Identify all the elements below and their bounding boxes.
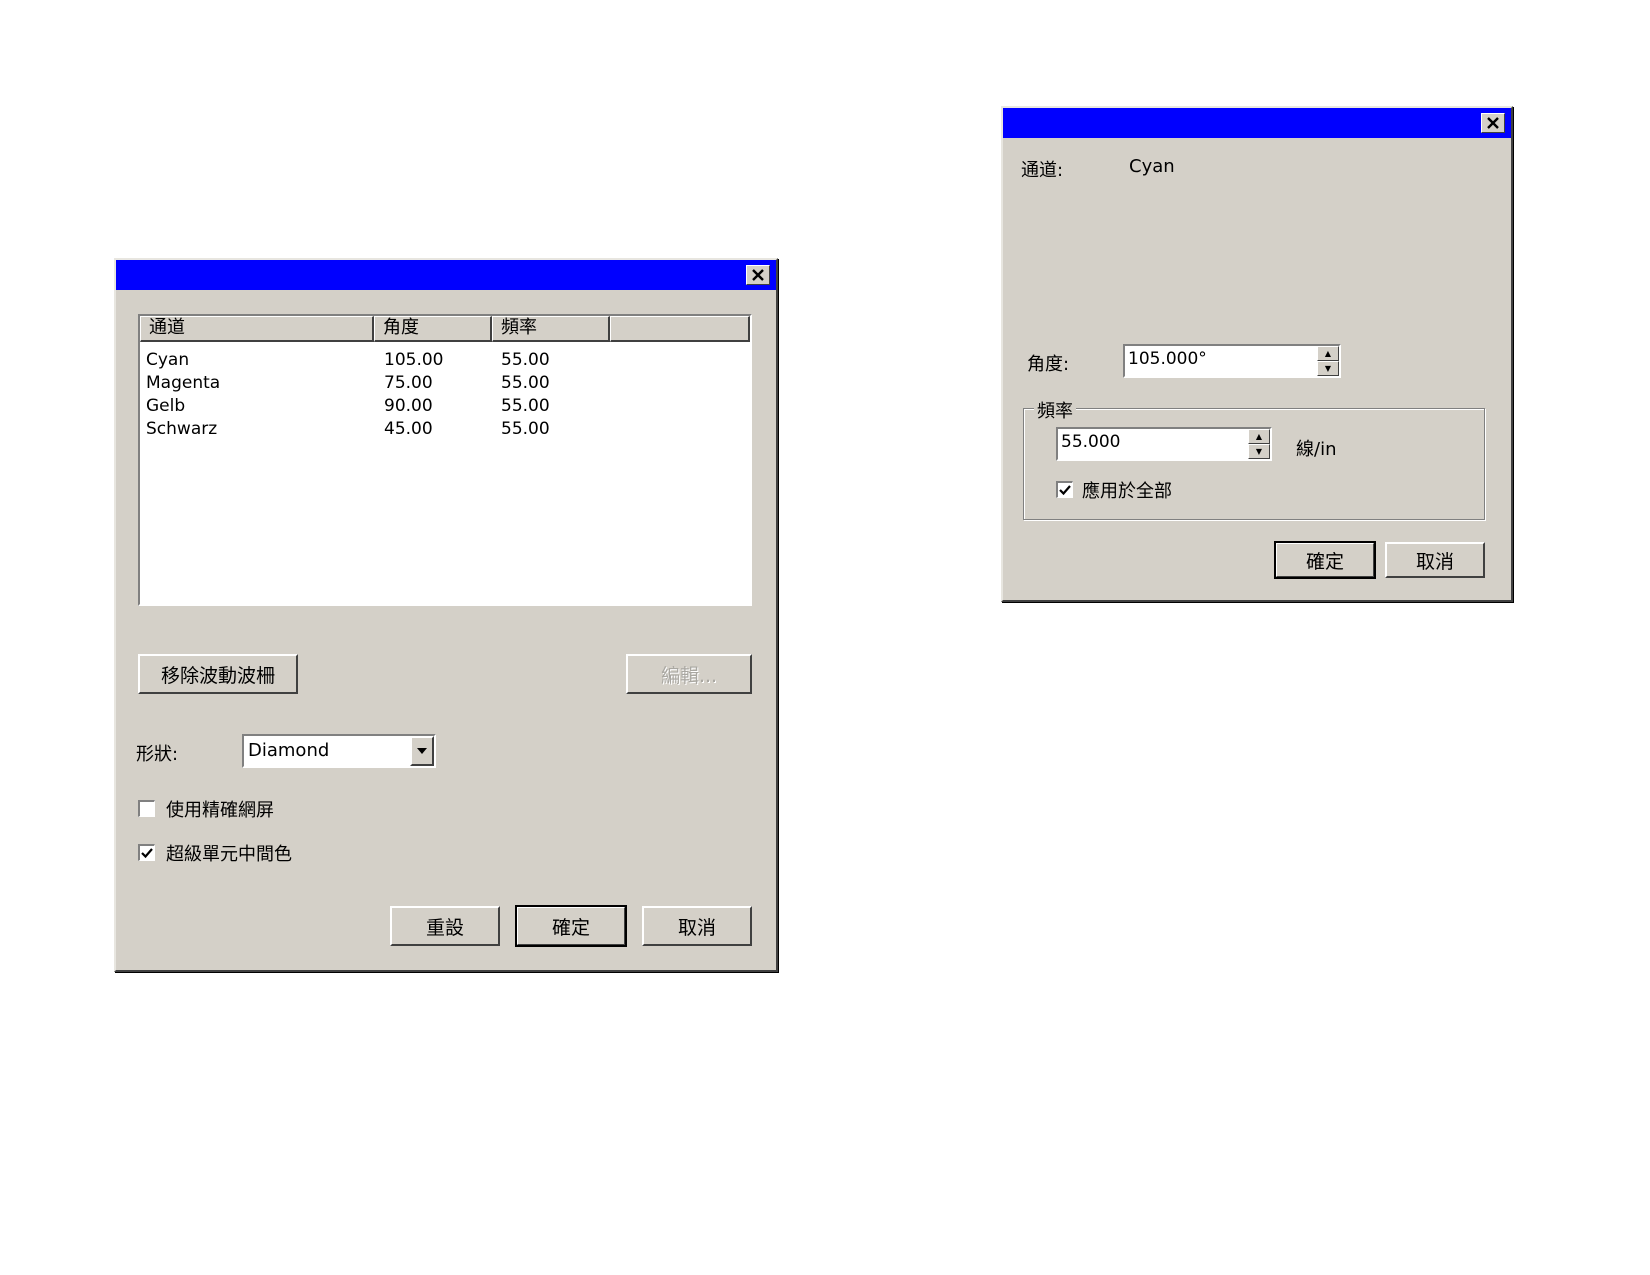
frequency-cell: 55.00 xyxy=(501,396,550,416)
apply-all-checkbox[interactable] xyxy=(1056,481,1073,498)
halftone-sample-fine-dots xyxy=(1162,988,1478,1038)
close-button[interactable] xyxy=(746,265,770,285)
halftone-sample-round-dots xyxy=(1162,864,1478,914)
halftone-sample-cross-hatch xyxy=(1162,802,1478,852)
list-header: 通道 角度 頻率 xyxy=(140,316,750,342)
angle-cell: 105.00 xyxy=(384,350,444,370)
channel-cell: Schwarz xyxy=(146,419,218,439)
frequency-group: 頻率 55.000 ▲ ▼ 線/in 應用於全部 xyxy=(1023,397,1485,520)
angle-cell: 75.00 xyxy=(384,373,433,393)
angle-label: 角度: xyxy=(1027,354,1070,375)
checkmark-icon xyxy=(141,848,153,859)
list-item[interactable]: Cyan 105.00 55.00 xyxy=(146,350,550,372)
screen-dialog: 通道 角度 頻率 Cyan 105.00 55.00 Magenta 75.00… xyxy=(114,258,778,972)
channel-label: 通道: xyxy=(1021,160,1064,181)
column-header-angle[interactable]: 角度 xyxy=(374,316,492,342)
shape-value: Diamond xyxy=(248,740,330,761)
channel-dialog: 通道: Cyan 角度: 105.000° ▲ ▼ 頻率 55.000 ▲ ▼ … xyxy=(1001,106,1513,602)
halftone-sample-diagonal-lines-fine xyxy=(1162,1112,1478,1162)
list-item[interactable]: Schwarz 45.00 55.00 xyxy=(146,419,550,441)
angle-value: 105.000° xyxy=(1128,349,1207,369)
cancel-button[interactable]: 取消 xyxy=(1385,542,1485,578)
edit-button[interactable]: 編輯... xyxy=(626,654,752,694)
close-icon xyxy=(1487,117,1499,129)
apply-all-label: 應用於全部 xyxy=(1082,481,1172,502)
shape-label: 形狀: xyxy=(136,744,179,765)
supercell-checkbox[interactable] xyxy=(138,844,155,861)
channel-value: Cyan xyxy=(1129,156,1175,177)
angle-input[interactable]: 105.000° ▲ ▼ xyxy=(1123,344,1341,378)
spin-down-icon[interactable]: ▼ xyxy=(1317,361,1339,376)
angle-cell: 45.00 xyxy=(384,419,433,439)
shape-dropdown[interactable]: Diamond xyxy=(242,734,436,768)
remove-moire-button[interactable]: 移除波動波柵 xyxy=(138,654,298,694)
column-header-frequency[interactable]: 頻率 xyxy=(492,316,610,342)
spin-up-icon[interactable]: ▲ xyxy=(1317,346,1339,361)
halftone-sample-ellipse-dots xyxy=(1162,1050,1478,1100)
spin-up-icon[interactable]: ▲ xyxy=(1248,429,1270,444)
close-button[interactable] xyxy=(1481,113,1505,133)
frequency-unit: 線/in xyxy=(1296,439,1337,460)
reset-button[interactable]: 重設 xyxy=(390,906,500,946)
chevron-down-icon xyxy=(417,748,427,754)
list-item[interactable]: Magenta 75.00 55.00 xyxy=(146,373,550,395)
frequency-stepper[interactable]: ▲ ▼ xyxy=(1248,429,1270,459)
channel-cell: Gelb xyxy=(146,396,186,416)
frequency-group-label: 頻率 xyxy=(1034,397,1076,423)
list-item[interactable]: Gelb 90.00 55.00 xyxy=(146,396,550,418)
column-header-channel[interactable]: 通道 xyxy=(140,316,374,342)
halftone-sample-diamond xyxy=(1162,740,1478,790)
channel-list[interactable]: 通道 角度 頻率 Cyan 105.00 55.00 Magenta 75.00… xyxy=(138,314,752,606)
close-icon xyxy=(752,269,764,281)
title-bar xyxy=(116,260,776,290)
use-precision-label: 使用精確網屏 xyxy=(166,800,274,821)
angle-cell: 90.00 xyxy=(384,396,433,416)
cancel-button[interactable]: 取消 xyxy=(642,906,752,946)
supercell-label: 超級單元中間色 xyxy=(166,844,292,865)
frequency-cell: 55.00 xyxy=(501,350,550,370)
column-header-empty xyxy=(610,316,750,342)
frequency-cell: 55.00 xyxy=(501,419,550,439)
frequency-value: 55.000 xyxy=(1061,432,1121,452)
frequency-cell: 55.00 xyxy=(501,373,550,393)
frequency-input[interactable]: 55.000 ▲ ▼ xyxy=(1056,427,1272,461)
use-precision-checkbox[interactable] xyxy=(138,800,155,817)
ok-button[interactable]: 確定 xyxy=(1274,541,1376,579)
dropdown-arrow-button[interactable] xyxy=(410,736,434,766)
ok-button[interactable]: 確定 xyxy=(515,905,627,947)
halftone-sample-diagonal-lines xyxy=(1162,926,1478,976)
checkmark-icon xyxy=(1059,485,1071,496)
channel-cell: Cyan xyxy=(146,350,190,370)
title-bar xyxy=(1003,108,1511,138)
channel-cell: Magenta xyxy=(146,373,221,393)
angle-stepper[interactable]: ▲ ▼ xyxy=(1317,346,1339,376)
spin-down-icon[interactable]: ▼ xyxy=(1248,444,1270,459)
